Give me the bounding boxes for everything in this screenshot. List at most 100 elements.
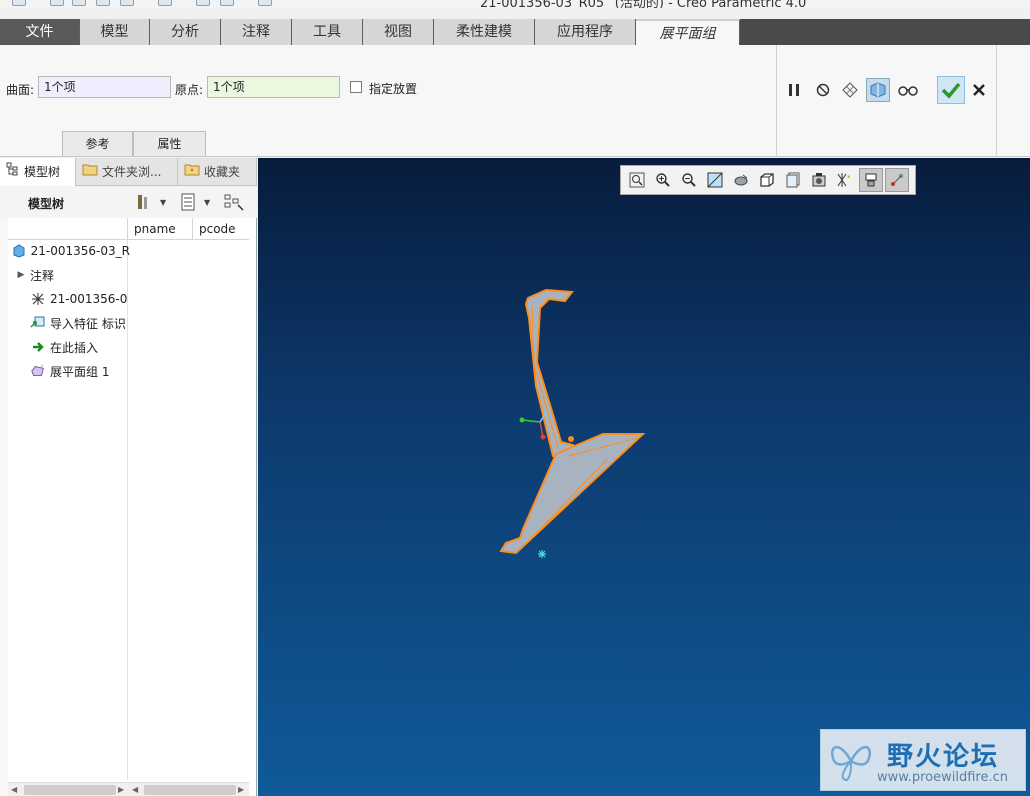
tab-flatten-quilt[interactable]: 展平面组 [636,19,740,45]
properties-tab[interactable]: 属性 [133,131,206,156]
model-tree-icon [6,158,20,186]
model-tree-label: 模型树 [28,197,65,211]
window-title: 21-001356-03_R05_ (活动的) - Creo Parametri… [480,0,807,8]
model-view[interactable] [258,158,1030,796]
tree-node-label: 展平面组 1 [50,364,110,379]
undo-icon[interactable] [120,0,134,6]
surface-label: 曲面: [6,83,35,97]
scroll-left-icon[interactable]: ◀ [11,785,17,794]
tree-node-label: 导入特征 标识 [50,316,126,331]
tab-folder-browser[interactable]: 文件夹浏... [76,158,178,186]
tree-horizontal-scrollbar[interactable]: ◀ ▶ ◀ ▶ [8,782,249,796]
redo-icon[interactable] [158,0,172,6]
dashboard-separator [776,45,777,157]
tab-model-tree-label: 模型树 [24,165,61,179]
column-divider [127,218,128,240]
butterfly-logo-icon [830,745,872,782]
tab-applications[interactable]: 应用程序 [535,19,636,45]
tab-analysis[interactable]: 分析 [150,19,221,45]
new-icon[interactable] [50,0,64,6]
scroll-right-icon[interactable]: ▶ [238,785,244,794]
tree-node-annotations[interactable]: ▶ 注释 [16,264,134,286]
watermark-url: www.proewildfire.cn [877,770,1008,785]
tree-left-gutter [0,218,8,796]
forum-watermark: 野火论坛 www.proewildfire.cn [820,729,1026,791]
tree-node-flatten-quilt[interactable]: * 展平面组 1 [30,360,148,382]
tab-annotate[interactable]: 注释 [221,19,292,45]
tab-view[interactable]: 视图 [363,19,434,45]
watermark-title: 野火论坛 [887,742,1000,772]
windows-icon[interactable] [220,0,234,6]
graphics-window[interactable]: * 野火论坛 www.proewildfire.cn [258,158,1030,796]
tree-node-label: 在此插入 [50,340,99,355]
close-icon [973,84,985,96]
tree-node-import-feature[interactable]: 导入特征 标识 [30,312,148,334]
tree-columns-icon[interactable] [224,192,244,212]
close-window-icon[interactable] [258,0,272,6]
app-icon[interactable] [12,0,26,6]
tree-settings-dropdown-icon[interactable]: ▼ [160,192,166,212]
dashboard-separator-end [996,45,997,157]
title-bar: 21-001356-03_R05_ (活动的) - Creo Parametri… [0,0,1030,8]
no-preview-icon[interactable] [811,78,835,102]
feature-preview-icon[interactable] [838,78,862,102]
tree-node-coordinate-system[interactable]: 21-001356-0 [30,288,148,310]
column-pname[interactable]: pname [134,222,176,236]
tab-flexible-modeling[interactable]: 柔性建模 [434,19,535,45]
coordinate-system-icon [30,291,46,307]
tab-file[interactable]: 文件 [0,19,80,45]
model-tree: 21-001356-03_R ▶ 注释 21-001356-0 导入特征 标识 … [8,240,249,780]
feature-dashboard: 曲面: 1个项 原点: 1个项 指定放置 参考 属性 [0,45,1030,157]
column-pcode[interactable]: pcode [199,222,236,236]
model-tree-toolbar: 模型树 ▼ ▼ [0,186,257,218]
folder-icon [82,158,98,186]
tree-node-root-part[interactable]: 21-001356-03_R [12,240,130,262]
tree-node-label: 注释 [30,268,55,283]
ribbon-tabs: 文件 模型 分析 注释 工具 视图 柔性建模 应用程序 展平面组 [0,19,1030,45]
regenerate-icon[interactable] [196,0,210,6]
ok-button[interactable] [937,76,965,104]
svg-text:*: * [41,364,44,370]
placement-checkbox-label: 指定放置 [369,82,418,96]
navigator-tabs: 模型树 文件夹浏... 收藏夹 [0,158,257,186]
save-icon[interactable] [96,0,110,6]
insert-here-arrow-icon [30,339,46,355]
scroll-right-icon[interactable]: ▶ [118,785,124,794]
tab-model-tree[interactable]: 模型树 [0,158,76,186]
open-icon[interactable] [72,0,86,6]
surface-collector[interactable]: 1个项 [38,76,171,98]
geometry-preview-icon[interactable] [866,78,890,102]
verify-mode-icon[interactable] [896,78,920,102]
import-feature-icon [30,315,46,331]
show-dropdown-icon[interactable]: ▼ [204,192,210,212]
tab-favorites[interactable]: 收藏夹 [178,158,257,186]
tree-column-header: pname pcode [8,218,249,240]
navigator-panel: 模型树 文件夹浏... 收藏夹 模型树 ▼ ▼ pname pcode 21-0… [0,158,257,796]
flatten-quilt-icon: * [30,363,46,379]
expand-arrow-icon[interactable]: ▶ [16,267,26,283]
origin-point-marker [538,550,546,558]
favorites-icon [184,158,200,186]
tree-node-label: 21-001356-03_R [30,244,130,258]
scroll-thumb[interactable] [24,785,116,795]
tab-model[interactable]: 模型 [80,19,150,45]
tree-settings-icon[interactable] [136,192,152,212]
origin-label: 原点: [175,83,204,97]
scroll-thumb[interactable] [144,785,236,795]
tree-node-label: 21-001356-0 [50,292,128,306]
show-filters-icon[interactable] [180,192,196,212]
part-icon [12,243,27,259]
tree-node-insert-here[interactable]: 在此插入 [30,336,148,358]
pause-icon[interactable] [782,78,806,102]
checkmark-icon [941,82,961,99]
references-tab[interactable]: 参考 [62,131,133,156]
placement-checkbox[interactable] [350,81,362,93]
scroll-left-icon[interactable]: ◀ [132,785,138,794]
tab-favorites-label: 收藏夹 [204,165,241,179]
tab-folder-browser-label: 文件夹浏... [102,165,162,179]
column-divider [192,218,193,240]
cancel-button[interactable] [968,78,990,102]
tab-tools[interactable]: 工具 [292,19,363,45]
tab-strip-filler [740,19,1030,45]
origin-collector[interactable]: 1个项 [207,76,340,98]
